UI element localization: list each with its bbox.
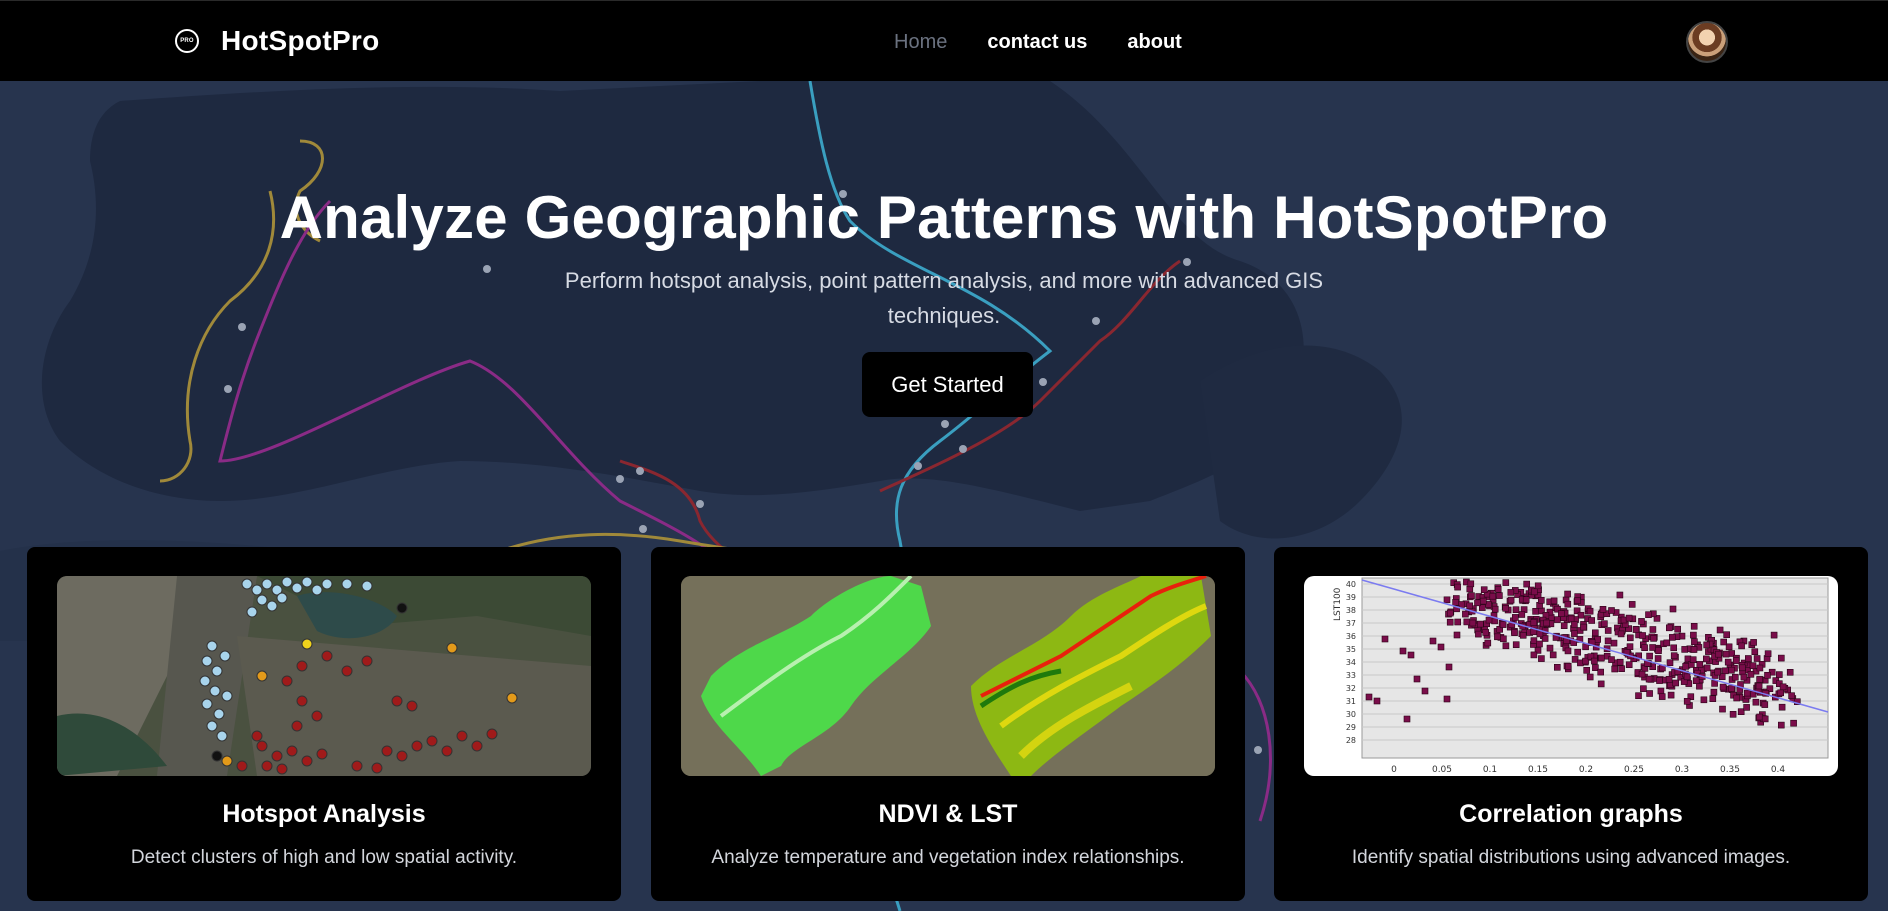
correlation-xtick-label: 0.3 (1675, 765, 1689, 775)
correlation-ytick-label: 39 (1346, 593, 1356, 602)
correlation-ytick-label: 32 (1346, 684, 1356, 693)
correlation-xtick-label: 0.15 (1528, 765, 1548, 775)
card-description: Identify spatial distributions using adv… (1351, 847, 1791, 868)
nav-link-contact[interactable]: contact us (987, 31, 1087, 54)
brand-name: HotSpotPro (221, 25, 380, 56)
correlation-ytick-label: 30 (1346, 710, 1356, 719)
feature-card-hotspot[interactable]: Hotspot Analysis Detect clusters of high… (27, 547, 621, 901)
correlation-ytick-label: 34 (1346, 658, 1356, 667)
correlation-scatter-image: 40 39 38 37 36 35 34 33 32 31 30 29 28 0 0.05 0.1 0.15 0… (1304, 576, 1838, 776)
correlation-ylabel: LST100 (1333, 587, 1343, 621)
nav-link-home[interactable]: Home (894, 31, 947, 54)
correlation-xtick-label: 0.05 (1432, 765, 1452, 775)
get-started-button[interactable]: Get Started (862, 352, 1033, 417)
card-description: Detect clusters of high and low spatial … (130, 847, 518, 868)
hotspot-map-image (57, 576, 591, 776)
correlation-ytick-label: 38 (1346, 606, 1356, 615)
nav-link-about[interactable]: about (1127, 31, 1181, 54)
nav-links: Home contact us about (894, 31, 1182, 54)
feature-card-ndvi-lst[interactable]: NDVI & LST Analyze temperature and veget… (651, 547, 1245, 901)
card-title: NDVI & LST (878, 800, 1018, 828)
hero-title: Analyze Geographic Patterns with HotSpot… (279, 184, 1609, 251)
correlation-xtick-label: 0.35 (1720, 765, 1740, 775)
correlation-xtick-label: 0.25 (1624, 765, 1644, 775)
correlation-ytick-label: 35 (1346, 645, 1356, 654)
correlation-ytick-label: 40 (1346, 580, 1356, 589)
ndvi-lst-map-image (681, 576, 1215, 776)
brand-logo-icon: PRO (175, 29, 199, 53)
brand[interactable]: PRO HotSpotPro (175, 25, 380, 57)
correlation-ytick-label: 31 (1346, 697, 1356, 706)
correlation-ytick-label: 29 (1346, 723, 1356, 732)
correlation-ytick-label: 33 (1346, 671, 1356, 680)
correlation-ytick-label: 37 (1346, 619, 1356, 628)
top-navbar: PRO HotSpotPro Home contact us about (0, 0, 1888, 81)
correlation-xtick-label: 0.2 (1579, 765, 1593, 775)
card-title: Hotspot Analysis (222, 800, 426, 828)
correlation-xtick-label: 0 (1391, 765, 1397, 775)
correlation-xtick-label: 0.1 (1483, 765, 1497, 775)
user-avatar[interactable] (1686, 21, 1728, 63)
card-description: Analyze temperature and vegetation index… (711, 847, 1185, 868)
feature-card-correlation[interactable]: 40 39 38 37 36 35 34 33 32 31 30 29 28 0 0.05 0.1 0.15 0… (1274, 547, 1868, 901)
correlation-ytick-label: 36 (1346, 632, 1356, 641)
correlation-ytick-label: 28 (1346, 736, 1356, 745)
card-title: Correlation graphs (1459, 800, 1683, 828)
hero-subtitle: Perform hotspot analysis, point pattern … (564, 268, 1324, 328)
correlation-scatter-plot: 40 39 38 37 36 35 34 33 32 31 30 29 28 0 0.05 0.1 0.15 0… (1333, 577, 1829, 775)
correlation-xtick-label: 0.4 (1771, 765, 1786, 775)
